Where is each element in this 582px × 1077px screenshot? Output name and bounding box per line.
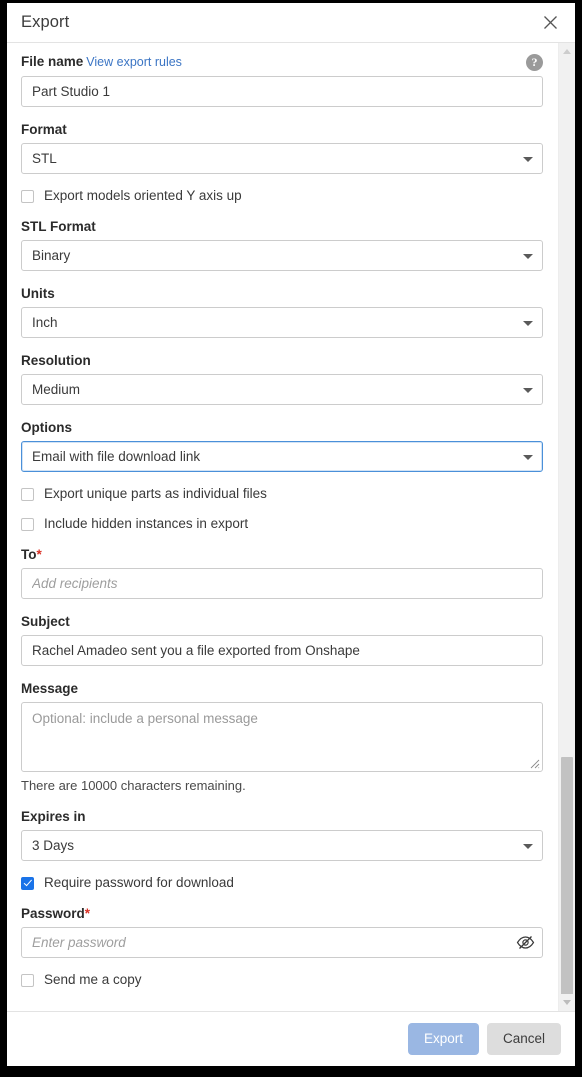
cancel-button[interactable]: Cancel <box>486 1023 561 1055</box>
units-select[interactable]: Inch <box>21 307 543 338</box>
file-name-input[interactable] <box>21 76 543 107</box>
message-label: Message <box>21 681 79 696</box>
checkbox-box <box>21 517 34 531</box>
to-label-text: To <box>21 547 37 562</box>
to-label: To* <box>21 546 543 563</box>
scrollbar-thumb[interactable] <box>561 757 573 1011</box>
expires-in-label: Expires in <box>21 809 86 824</box>
expires-in-select-value: 3 Days <box>32 838 75 853</box>
file-name-label-text: File name <box>21 54 84 69</box>
message-textarea[interactable] <box>21 702 543 772</box>
expires-in-select[interactable]: 3 Days <box>21 830 543 861</box>
stl-format-label: STL Format <box>21 219 96 234</box>
hidden-instances-checkbox[interactable]: Include hidden instances in export <box>21 516 543 532</box>
resolution-select[interactable]: Medium <box>21 374 543 405</box>
chevron-down-icon <box>523 320 533 326</box>
dialog-title: Export <box>21 13 70 31</box>
options-select[interactable]: Email with file download link <box>21 441 543 472</box>
chevron-down-icon <box>523 253 533 259</box>
units-label: Units <box>21 286 55 301</box>
format-label: Format <box>21 122 67 137</box>
subject-input[interactable] <box>21 635 543 666</box>
view-export-rules-link[interactable]: View export rules <box>86 55 182 69</box>
dialog-titlebar: Export <box>7 3 575 42</box>
options-label: Options <box>21 420 72 435</box>
required-marker: * <box>84 906 91 921</box>
orient-y-up-checkbox[interactable]: Export models oriented Y axis up <box>21 188 543 204</box>
format-select[interactable]: STL <box>21 143 543 174</box>
send-me-a-copy-checkbox[interactable]: Send me a copy <box>21 972 543 988</box>
export-form: File nameView export rules ? Format STL … <box>7 43 558 1011</box>
to-input[interactable] <box>21 568 543 599</box>
help-icon[interactable]: ? <box>526 53 543 71</box>
checkbox-box <box>21 189 34 203</box>
require-password-label: Require password for download <box>44 875 234 890</box>
dialog-footer: Export Cancel <box>7 1011 575 1066</box>
checkbox-box <box>21 487 34 501</box>
dialog-body: File nameView export rules ? Format STL … <box>7 42 575 1011</box>
character-counter: There are 10000 characters remaining. <box>21 778 246 793</box>
export-button[interactable]: Export <box>407 1023 479 1055</box>
export-dialog: Export File nameView export rules ? Form… <box>7 3 575 1066</box>
stl-format-select-value: Binary <box>32 248 71 263</box>
chevron-down-icon <box>523 843 533 849</box>
format-select-value: STL <box>32 151 57 166</box>
vertical-scrollbar[interactable] <box>558 43 575 1011</box>
units-select-value: Inch <box>32 315 58 330</box>
message-textarea-wrap <box>21 702 543 772</box>
require-password-checkbox[interactable]: Require password for download <box>21 875 543 891</box>
orient-y-up-label: Export models oriented Y axis up <box>44 188 242 203</box>
required-marker: * <box>36 547 42 562</box>
password-input[interactable] <box>21 927 543 958</box>
hidden-instances-label: Include hidden instances in export <box>44 516 249 531</box>
checkbox-box-checked <box>21 876 34 890</box>
send-me-a-copy-label: Send me a copy <box>44 972 142 987</box>
chevron-up-icon[interactable] <box>559 43 575 60</box>
chevron-down-icon <box>523 387 533 393</box>
unique-parts-checkbox[interactable]: Export unique parts as individual files <box>21 486 543 502</box>
options-select-value: Email with file download link <box>32 449 201 464</box>
resolution-label: Resolution <box>21 353 91 368</box>
close-icon[interactable] <box>537 10 563 36</box>
chevron-down-icon <box>523 454 533 460</box>
password-label: Password* <box>21 905 543 922</box>
stl-format-select[interactable]: Binary <box>21 240 543 271</box>
password-field-wrap <box>21 927 543 972</box>
subject-label: Subject <box>21 614 70 629</box>
resolution-select-value: Medium <box>32 382 81 397</box>
password-label-text: Password <box>21 906 85 921</box>
checkbox-box <box>21 973 34 987</box>
unique-parts-label: Export unique parts as individual files <box>44 486 267 501</box>
chevron-down-icon[interactable] <box>559 994 575 1011</box>
file-name-label-row: File name View export rules ? <box>21 53 543 71</box>
file-name-label: File name View export rules <box>21 53 182 71</box>
chevron-down-icon <box>523 156 533 162</box>
eye-off-icon[interactable] <box>515 933 535 952</box>
